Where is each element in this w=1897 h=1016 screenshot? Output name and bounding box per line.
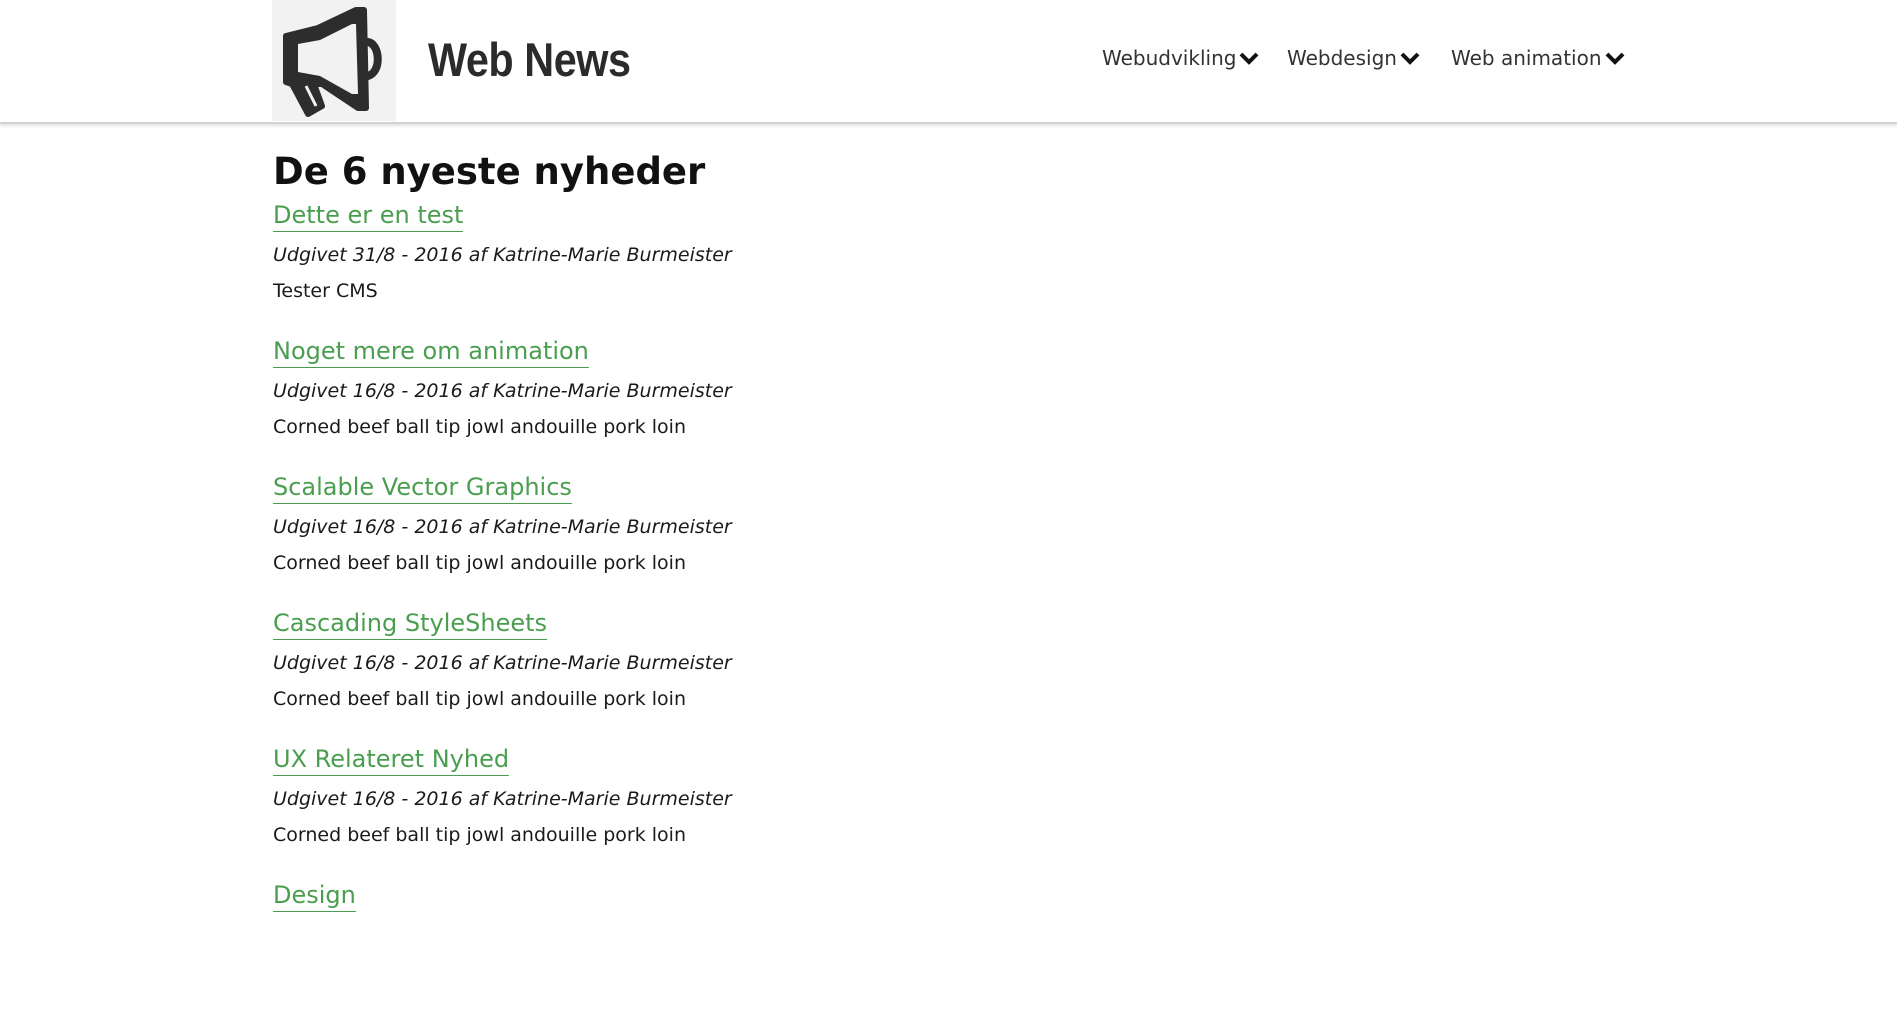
news-excerpt: Corned beef ball tip jowl andouille pork… [273, 688, 686, 710]
nav-item-webdesign[interactable]: Webdesign [1287, 46, 1420, 70]
news-item: Noget mere om animation Udgivet 16/8 - 2… [273, 336, 1633, 472]
news-meta: Udgivet 16/8 - 2016 af Katrine-Marie Bur… [273, 380, 732, 402]
chevron-down-icon [1605, 52, 1624, 65]
news-item: Scalable Vector Graphics Udgivet 16/8 - … [273, 472, 1633, 608]
news-meta: Udgivet 31/8 - 2016 af Katrine-Marie Bur… [273, 244, 732, 266]
news-title-link[interactable]: Scalable Vector Graphics [273, 472, 572, 504]
news-meta: Udgivet 16/8 - 2016 af Katrine-Marie Bur… [273, 652, 732, 674]
nav-item-web-animation[interactable]: Web animation [1451, 46, 1625, 70]
news-title-link[interactable]: Design [273, 880, 356, 912]
news-meta: Udgivet 16/8 - 2016 af Katrine-Marie Bur… [273, 516, 732, 538]
news-meta: Udgivet 16/8 - 2016 af Katrine-Marie Bur… [273, 788, 732, 810]
chevron-down-icon [1400, 52, 1420, 65]
site-header: Web News Webudvikling Webdesign Web anim… [0, 0, 1897, 124]
main-content: De 6 nyeste nyheder Dette er en test Udg… [273, 148, 1633, 1016]
logo[interactable] [272, 0, 396, 121]
news-excerpt: Corned beef ball tip jowl andouille pork… [273, 552, 686, 574]
site-title[interactable]: Web News [428, 30, 631, 90]
nav-item-label: Webudvikling [1102, 46, 1237, 70]
news-item: Design [273, 880, 1633, 1016]
nav-item-webudvikling[interactable]: Webudvikling [1102, 46, 1259, 70]
nav-item-label: Web animation [1451, 46, 1602, 70]
page-title: De 6 nyeste nyheder [273, 150, 706, 193]
news-excerpt: Corned beef ball tip jowl andouille pork… [273, 416, 686, 438]
news-title-link[interactable]: Cascading StyleSheets [273, 608, 548, 640]
news-excerpt: Corned beef ball tip jowl andouille pork… [273, 824, 686, 846]
news-title-link[interactable]: Dette er en test [273, 200, 464, 232]
news-item: Dette er en test Udgivet 31/8 - 2016 af … [273, 200, 1633, 336]
megaphone-icon [283, 7, 382, 117]
news-item: Cascading StyleSheets Udgivet 16/8 - 201… [273, 608, 1633, 744]
news-item: UX Relateret Nyhed Udgivet 16/8 - 2016 a… [273, 744, 1633, 880]
news-title-link[interactable]: Noget mere om animation [273, 336, 589, 368]
news-title-link[interactable]: UX Relateret Nyhed [273, 744, 510, 776]
nav-item-label: Webdesign [1287, 46, 1397, 70]
news-excerpt: Tester CMS [273, 280, 378, 302]
chevron-down-icon [1240, 52, 1259, 65]
